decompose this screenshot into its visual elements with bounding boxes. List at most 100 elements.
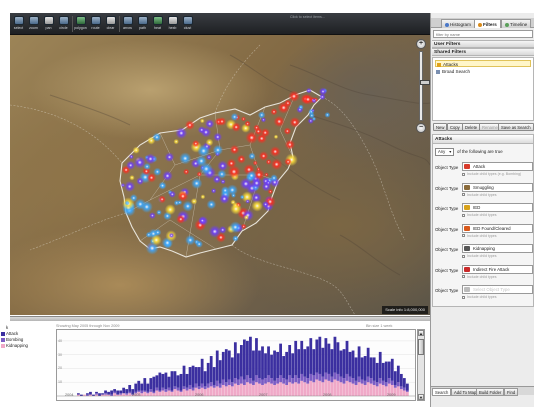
- bar-kidnapping[interactable]: [276, 383, 279, 396]
- incident-marker[interactable]: [197, 126, 206, 134]
- incident-marker[interactable]: [318, 87, 328, 96]
- bar-attack[interactable]: [348, 351, 352, 377]
- tool-select-button[interactable]: select: [12, 16, 25, 33]
- bar-kidnapping[interactable]: [375, 386, 379, 396]
- bar-attack[interactable]: [306, 346, 310, 379]
- object-type-select[interactable]: Kidnapping: [462, 244, 533, 253]
- bar-attack[interactable]: [399, 373, 403, 387]
- bar-bombing[interactable]: [306, 378, 310, 384]
- bar-attack[interactable]: [300, 340, 304, 374]
- bar-kidnapping[interactable]: [309, 380, 313, 396]
- scroll-thumb[interactable]: [418, 339, 424, 355]
- checkbox-icon[interactable]: [462, 213, 465, 217]
- bar-attack[interactable]: [218, 360, 222, 384]
- bar-bombing[interactable]: [324, 372, 328, 380]
- bar-attack[interactable]: [167, 376, 171, 388]
- bar-attack[interactable]: [246, 340, 249, 376]
- bar-kidnapping[interactable]: [279, 382, 282, 396]
- bar-attack[interactable]: [315, 339, 319, 373]
- bar-bombing[interactable]: [315, 372, 319, 380]
- bar-bombing[interactable]: [227, 379, 231, 385]
- incident-marker[interactable]: [175, 127, 188, 139]
- incident-marker[interactable]: [230, 112, 239, 121]
- incident-marker[interactable]: [270, 174, 278, 182]
- bar-attack[interactable]: [206, 362, 210, 384]
- bar-attack[interactable]: [267, 346, 270, 376]
- bar-attack[interactable]: [77, 393, 80, 395]
- shared-filters-header[interactable]: Shared Filters: [432, 48, 534, 56]
- bar-kidnapping[interactable]: [372, 384, 376, 396]
- bar-kidnapping[interactable]: [267, 382, 270, 396]
- bar-kidnapping[interactable]: [122, 393, 126, 396]
- zoom-slider-track[interactable]: [419, 51, 430, 121]
- bar-kidnapping[interactable]: [294, 382, 298, 396]
- tool-zoom-button[interactable]: zoom: [27, 16, 40, 33]
- bar-bombing[interactable]: [345, 373, 349, 381]
- tool-polygon-button[interactable]: polygon: [74, 16, 87, 33]
- bar-kidnapping[interactable]: [402, 390, 406, 396]
- bar-bombing[interactable]: [378, 378, 382, 384]
- bar-bombing[interactable]: [279, 375, 282, 383]
- bar-bombing[interactable]: [381, 380, 385, 385]
- incident-marker[interactable]: [220, 186, 230, 195]
- bar-kidnapping[interactable]: [285, 384, 289, 396]
- filter-item-broad-search[interactable]: Broad Search: [435, 68, 470, 75]
- bar-attack[interactable]: [279, 343, 282, 376]
- bar-attack[interactable]: [255, 338, 258, 376]
- bar-attack[interactable]: [354, 357, 358, 381]
- bar-bombing[interactable]: [128, 391, 132, 394]
- bar-bombing[interactable]: [203, 386, 207, 390]
- bar-attack[interactable]: [363, 356, 367, 381]
- bar-attack[interactable]: [366, 347, 370, 377]
- incident-marker[interactable]: [288, 90, 300, 102]
- incident-marker[interactable]: [212, 174, 222, 184]
- bar-bombing[interactable]: [333, 372, 337, 380]
- bar-bombing[interactable]: [288, 375, 292, 383]
- bar-kidnapping[interactable]: [306, 383, 310, 396]
- bar-bombing[interactable]: [258, 378, 261, 384]
- bar-kidnapping[interactable]: [252, 384, 255, 396]
- tool-pan-button[interactable]: pan: [42, 16, 55, 33]
- bar-attack[interactable]: [393, 371, 397, 385]
- bar-bombing[interactable]: [185, 387, 189, 391]
- bar-attack[interactable]: [333, 336, 337, 373]
- incident-marker[interactable]: [248, 152, 256, 160]
- incident-marker[interactable]: [270, 108, 278, 116]
- bar-attack[interactable]: [378, 351, 382, 379]
- bar-bombing[interactable]: [375, 382, 379, 387]
- bar-attack[interactable]: [233, 342, 237, 379]
- bar-attack[interactable]: [158, 372, 162, 391]
- incident-marker[interactable]: [289, 117, 301, 128]
- incident-marker[interactable]: [243, 214, 249, 220]
- bar-kidnapping[interactable]: [206, 387, 210, 396]
- incident-marker[interactable]: [195, 155, 207, 167]
- bar-attack[interactable]: [312, 349, 316, 376]
- incident-marker[interactable]: [244, 120, 251, 127]
- bar-attack[interactable]: [110, 390, 113, 395]
- incident-marker[interactable]: [145, 153, 156, 165]
- bar-kidnapping[interactable]: [396, 386, 400, 396]
- bar-attack[interactable]: [351, 350, 355, 379]
- incident-marker[interactable]: [232, 235, 239, 242]
- bar-bombing[interactable]: [164, 389, 168, 392]
- bar-bombing[interactable]: [104, 393, 107, 395]
- bar-attack[interactable]: [128, 384, 132, 392]
- incident-marker[interactable]: [273, 115, 285, 128]
- bar-attack[interactable]: [185, 373, 189, 388]
- incident-marker[interactable]: [246, 170, 257, 181]
- bar-kidnapping[interactable]: [233, 383, 237, 396]
- bar-kidnapping[interactable]: [173, 389, 177, 396]
- bar-kidnapping[interactable]: [249, 383, 252, 396]
- bar-bombing[interactable]: [276, 378, 279, 384]
- bar-bombing[interactable]: [393, 384, 397, 388]
- bar-bombing[interactable]: [297, 378, 301, 384]
- object-type-select[interactable]: Select Object Type: [462, 285, 533, 294]
- incident-marker[interactable]: [164, 204, 176, 216]
- bar-bombing[interactable]: [273, 380, 276, 385]
- satellite-map[interactable]: + − Scale info 1:8,000,000: [10, 35, 430, 315]
- object-type-select[interactable]: Smuggling: [462, 182, 533, 192]
- incident-marker[interactable]: [212, 144, 224, 156]
- bar-bombing[interactable]: [330, 376, 334, 383]
- tool-route-button[interactable]: route: [89, 16, 102, 33]
- incident-marker[interactable]: [213, 132, 223, 142]
